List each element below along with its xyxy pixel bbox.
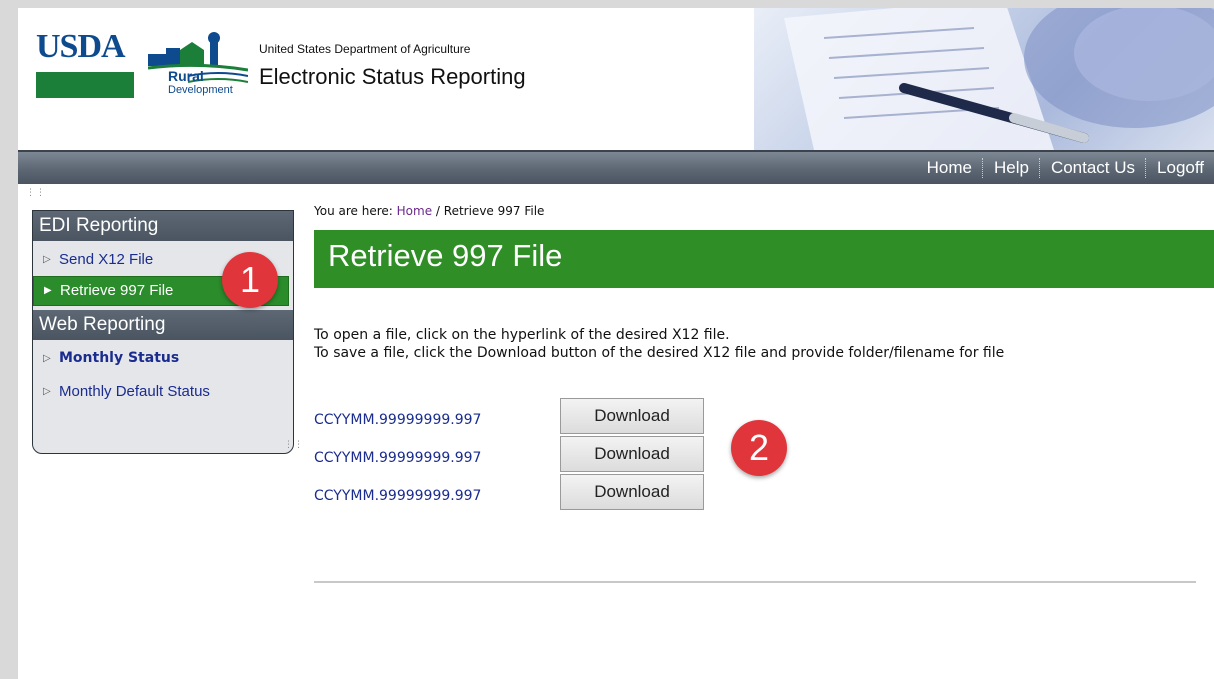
triangle-right-icon: ▷ xyxy=(43,386,51,397)
sidebar-list-web: ▷ Monthly Status ▷ Monthly Default Statu… xyxy=(33,340,293,412)
sidebar-item-label: Send X12 File xyxy=(59,251,154,268)
annotation-badge-2: 2 xyxy=(731,420,787,476)
sidebar-item-label: Retrieve 997 File xyxy=(60,282,174,299)
file-link[interactable]: CCYYMM.99999999.997 xyxy=(314,412,481,428)
usda-rural-development-logo[interactable]: USDA Rural Development xyxy=(36,30,248,102)
download-button[interactable]: Download xyxy=(560,474,704,510)
annotation-badge-1: 1 xyxy=(222,252,278,308)
resize-handle-dots: ⋮⋮ xyxy=(284,440,304,450)
page-title: Retrieve 997 File xyxy=(328,238,563,273)
download-button[interactable]: Download xyxy=(560,398,704,434)
download-button[interactable]: Download xyxy=(560,436,704,472)
file-row: CCYYMM.99999999.997 Download xyxy=(314,398,734,436)
department-name: United States Department of Agriculture xyxy=(259,42,471,56)
nav-links: Home Help Contact Us Logoff xyxy=(917,152,1214,184)
sidebar-heading-web-reporting: Web Reporting xyxy=(33,310,293,340)
file-link[interactable]: CCYYMM.99999999.997 xyxy=(314,488,481,504)
usda-logo-bar xyxy=(36,72,134,98)
breadcrumb: You are here: Home / Retrieve 997 File xyxy=(314,204,1214,218)
breadcrumb-home-link[interactable]: Home xyxy=(397,204,432,218)
breadcrumb-separator: / xyxy=(435,204,440,218)
file-link[interactable]: CCYYMM.99999999.997 xyxy=(314,450,481,466)
app-title: Electronic Status Reporting xyxy=(259,64,526,89)
page-title-bar: Retrieve 997 File xyxy=(314,230,1214,288)
sidebar-item-label: Monthly Status xyxy=(59,350,180,366)
logo-rural-text: Rural xyxy=(168,68,204,84)
breadcrumb-current: Retrieve 997 File xyxy=(443,204,545,218)
content-divider xyxy=(314,581,1196,583)
main-content: You are here: Home / Retrieve 997 File R… xyxy=(314,204,1214,510)
sidebar-menu: EDI Reporting ▷ Send X12 File ▶ Retrieve… xyxy=(32,210,294,454)
nav-logoff-link[interactable]: Logoff xyxy=(1147,158,1214,178)
resize-handle-dots: ⋮⋮ xyxy=(26,188,46,198)
page: USDA Rural Development United States Dep… xyxy=(18,8,1214,679)
nav-contact-us-link[interactable]: Contact Us xyxy=(1041,158,1145,178)
triangle-right-icon: ▷ xyxy=(43,353,51,364)
sidebar-heading-edi-reporting: EDI Reporting xyxy=(33,211,293,241)
sidebar-item-label: Monthly Default Status xyxy=(59,383,210,400)
triangle-right-icon: ▷ xyxy=(43,254,51,265)
sidebar-item-monthly-default-status[interactable]: ▷ Monthly Default Status xyxy=(33,375,293,408)
logo-development-text: Development xyxy=(168,84,233,96)
nav-help-link[interactable]: Help xyxy=(984,158,1039,178)
pen-and-mouse-image xyxy=(784,8,1214,150)
breadcrumb-prefix: You are here: xyxy=(314,204,393,218)
site-header: USDA Rural Development United States Dep… xyxy=(18,8,1214,150)
instruction-open: To open a file, click on the hyperlink o… xyxy=(314,327,730,343)
nav-home-link[interactable]: Home xyxy=(917,158,982,178)
header-banner-image xyxy=(754,8,1214,150)
instruction-save: To save a file, click the Download butto… xyxy=(314,345,1005,361)
usda-logo-text: USDA xyxy=(36,28,126,65)
file-row: CCYYMM.99999999.997 Download xyxy=(314,436,734,474)
file-row: CCYYMM.99999999.997 Download xyxy=(314,474,734,512)
sidebar-footer xyxy=(33,412,293,453)
triangle-right-icon: ▶ xyxy=(44,285,52,296)
top-navigation-bar: Home Help Contact Us Logoff xyxy=(18,150,1214,184)
sidebar-item-monthly-status[interactable]: ▷ Monthly Status xyxy=(33,342,293,375)
instructions-text: To open a file, click on the hyperlink o… xyxy=(314,326,1214,362)
